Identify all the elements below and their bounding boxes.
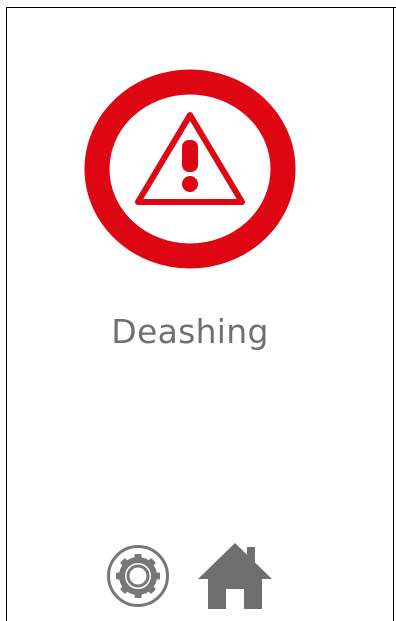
device-screen: Deashing <box>0 0 396 621</box>
exclamation-dot <box>182 176 198 192</box>
screen-border-right <box>393 7 394 621</box>
status-label: Deashing <box>111 312 269 351</box>
settings-button[interactable] <box>106 544 170 608</box>
exclamation-bar <box>182 140 198 172</box>
home-button[interactable] <box>196 539 274 609</box>
home-icon <box>198 543 272 609</box>
gear-icon <box>116 554 160 598</box>
screen-border-top <box>6 7 396 8</box>
warning-icon <box>84 69 296 269</box>
